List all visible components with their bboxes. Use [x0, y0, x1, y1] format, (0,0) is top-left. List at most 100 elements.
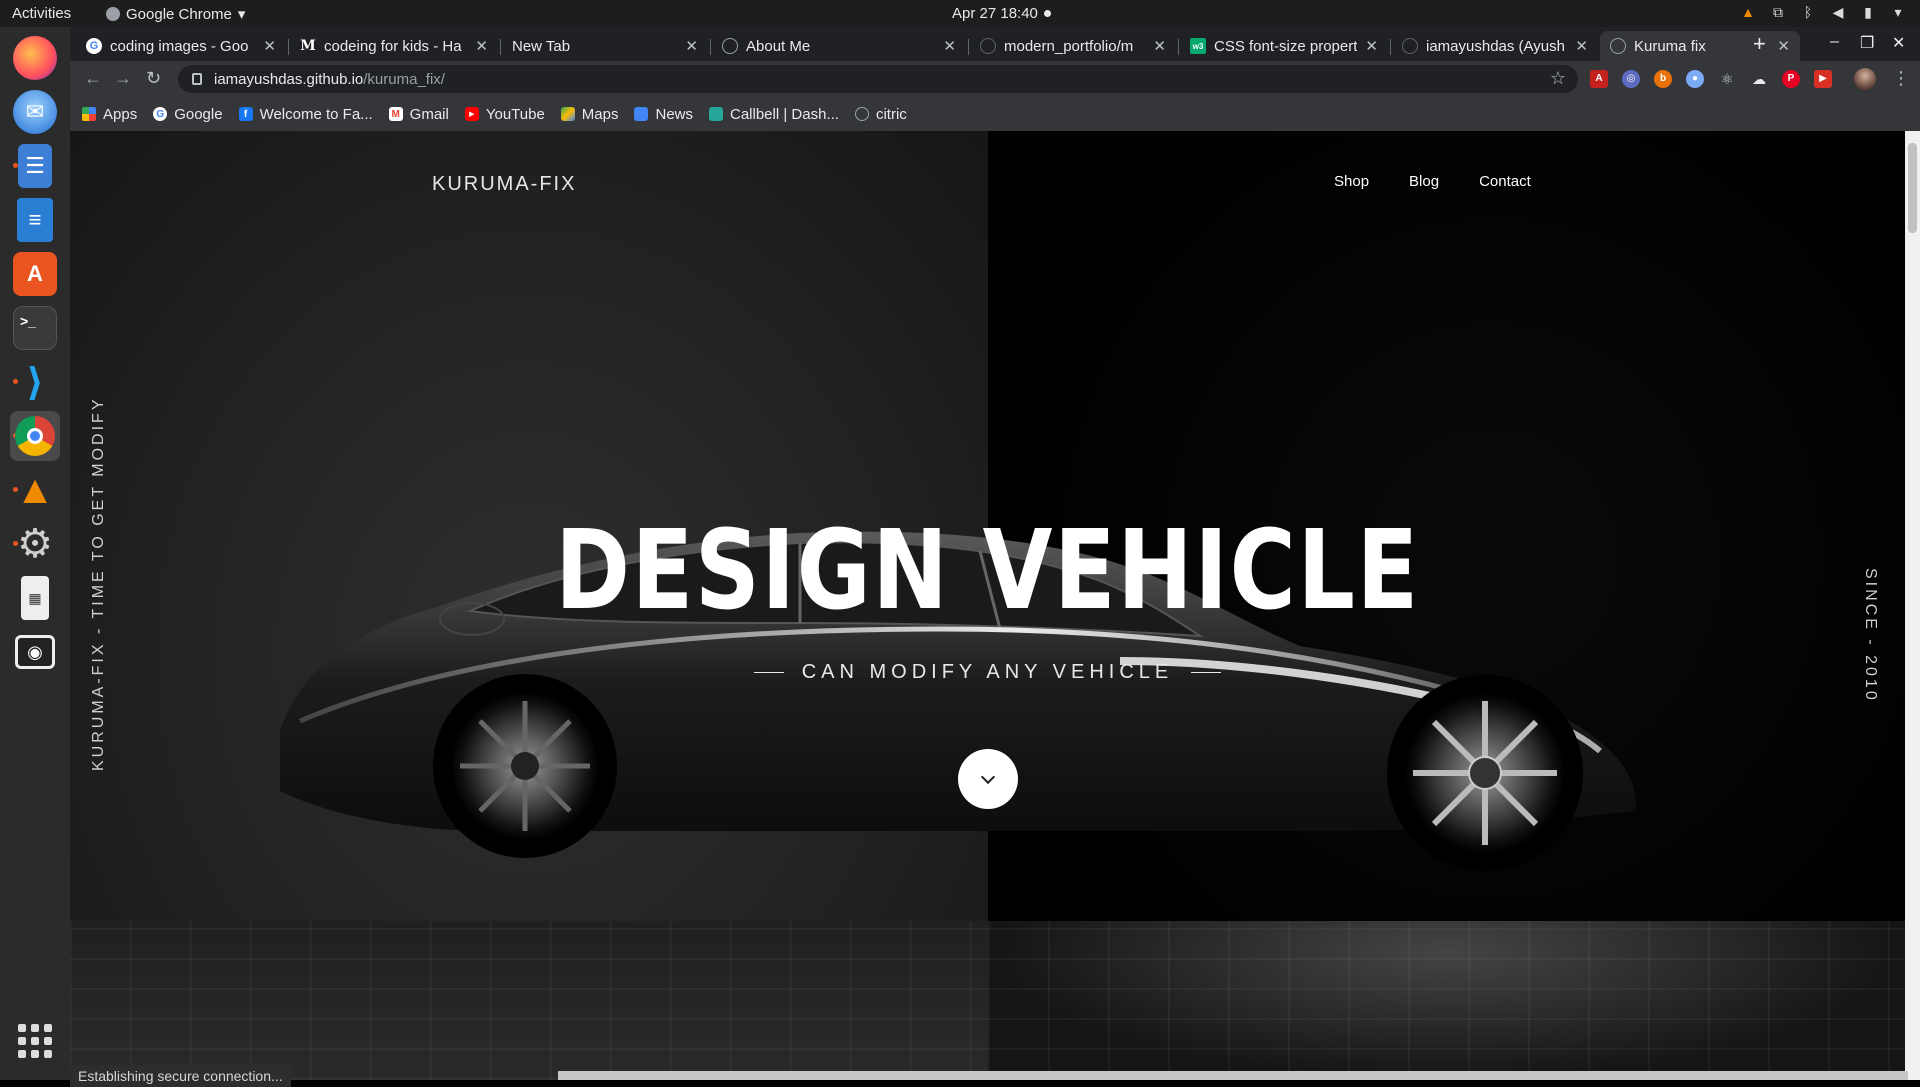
- dock-firefox[interactable]: [10, 33, 60, 83]
- bookmark-apps[interactable]: Apps: [82, 106, 137, 123]
- show-applications-icon[interactable]: [18, 1024, 52, 1058]
- extension-red-icon[interactable]: ▶: [1814, 70, 1832, 88]
- site-logo[interactable]: KURUMA-FIX: [432, 173, 576, 196]
- bookmark-youtube[interactable]: ▶ YouTube: [464, 106, 545, 123]
- close-icon[interactable]: ✕: [685, 37, 698, 55]
- dock-settings[interactable]: ⚙: [10, 519, 60, 569]
- close-icon[interactable]: ✕: [263, 37, 276, 55]
- close-icon[interactable]: ✕: [475, 37, 488, 55]
- volume-icon[interactable]: ◀: [1830, 4, 1846, 20]
- tab-css-font-size[interactable]: w3 CSS font-size propert ✕: [1180, 31, 1388, 61]
- reload-icon[interactable]: ↻: [146, 68, 161, 89]
- scroll-down-button[interactable]: [958, 749, 1018, 809]
- profile-avatar[interactable]: [1854, 68, 1876, 90]
- activities-button[interactable]: Activities: [12, 5, 71, 22]
- google-icon: G: [86, 38, 102, 54]
- bookmark-star-icon[interactable]: ☆: [1550, 68, 1566, 89]
- close-icon[interactable]: ✕: [1365, 37, 1378, 55]
- dock-chrome[interactable]: [10, 411, 60, 461]
- extension-circle-icon[interactable]: ●: [1686, 70, 1704, 88]
- app-menu-label: Google Chrome: [126, 5, 232, 23]
- extension-b-icon[interactable]: b: [1654, 70, 1672, 88]
- chevron-down-icon: [980, 769, 996, 785]
- chrome-small-icon: [106, 7, 120, 21]
- react-devtools-icon[interactable]: ⚛: [1718, 70, 1736, 88]
- dock-thunderbird[interactable]: ✉: [10, 87, 60, 137]
- back-arrow-icon[interactable]: ←: [84, 68, 102, 89]
- tab-codeing-for-kids[interactable]: M codeing for kids - Ha ✕: [290, 31, 498, 61]
- tab-about-me[interactable]: About Me ✕: [712, 31, 966, 61]
- tab-new-tab[interactable]: New Tab ✕: [502, 31, 708, 61]
- bookmark-gmail[interactable]: M Gmail: [388, 106, 449, 123]
- new-tab-button[interactable]: +: [1753, 33, 1766, 55]
- maximize-icon[interactable]: ❐: [1860, 33, 1874, 53]
- system-tray[interactable]: ▲ ⧉ ᛒ ◀ ▮ ▾: [1740, 4, 1906, 20]
- forward-arrow-icon[interactable]: →: [114, 68, 132, 89]
- bookmarks-bar: Apps G Google f Welcome to Fa... M Gmail…: [70, 97, 1920, 131]
- bookmark-facebook[interactable]: f Welcome to Fa...: [238, 106, 373, 123]
- tab-iamayushdas[interactable]: iamayushdas (Ayush ✕: [1392, 31, 1598, 61]
- bookmark-callbell[interactable]: Callbell | Dash...: [709, 106, 839, 123]
- terminal-icon: >_: [13, 306, 57, 350]
- tab-kuruma-fix[interactable]: Kuruma fix ✕: [1600, 31, 1800, 61]
- dock-vlc[interactable]: ▲: [10, 465, 60, 515]
- dock-calculator[interactable]: ▦: [10, 573, 60, 623]
- system-top-bar: Activities Google Chrome ▾ Apr 27 18:40 …: [0, 0, 1920, 27]
- settings-icon: ⚙: [17, 522, 53, 566]
- dock-writer[interactable]: ≡: [10, 195, 60, 245]
- bookmark-news[interactable]: News: [634, 106, 693, 123]
- close-icon[interactable]: ✕: [1777, 37, 1790, 55]
- youtube-icon: ▶: [464, 107, 479, 121]
- power-menu-icon[interactable]: ▾: [1890, 4, 1906, 20]
- bookmark-maps[interactable]: Maps: [560, 106, 618, 123]
- nav-contact[interactable]: Contact: [1479, 173, 1531, 190]
- close-icon[interactable]: ✕: [1575, 37, 1588, 55]
- vertical-scrollbar[interactable]: [1905, 131, 1920, 1080]
- url-path: /kuruma_fix/: [363, 70, 445, 88]
- tab-modern-portfolio[interactable]: modern_portfolio/m ✕: [970, 31, 1176, 61]
- files-icon: ☰: [18, 144, 52, 188]
- chrome-window: G coding images - Goo ✕ M codeing for ki…: [70, 27, 1920, 1087]
- bookmark-citric[interactable]: citric: [854, 106, 907, 123]
- dock-software[interactable]: A: [10, 249, 60, 299]
- screenshot-icon: ◉: [15, 635, 55, 669]
- pinterest-icon[interactable]: P: [1782, 70, 1800, 88]
- clock-label: Apr 27 18:40: [952, 5, 1038, 22]
- hero-headline: DESIGN VEHICLE: [555, 506, 1420, 634]
- apps-icon: [82, 107, 96, 121]
- horizontal-scrollbar[interactable]: [558, 1071, 1908, 1080]
- clock[interactable]: Apr 27 18:40: [952, 5, 1051, 22]
- address-bar[interactable]: iamayushdas.github.io/kuruma_fix/ ☆: [178, 65, 1578, 93]
- minimize-icon[interactable]: –: [1830, 33, 1839, 51]
- running-indicator: [13, 163, 18, 168]
- nav-blog[interactable]: Blog: [1409, 173, 1439, 190]
- chrome-menu-icon[interactable]: ⋮: [1892, 68, 1910, 89]
- vlc-tray-icon[interactable]: ▲: [1740, 4, 1756, 20]
- bluetooth-icon[interactable]: ᛒ: [1800, 4, 1816, 20]
- extension-shield-icon[interactable]: ◎: [1622, 70, 1640, 88]
- side-tagline: KURUMA-FIX - TIME TO GET MODIFY: [90, 396, 107, 772]
- close-icon[interactable]: ✕: [1153, 37, 1166, 55]
- dock-terminal[interactable]: >_: [10, 303, 60, 353]
- network-icon[interactable]: ⧉: [1770, 4, 1786, 20]
- w3-icon: w3: [1190, 38, 1206, 54]
- dock-vscode[interactable]: ⟩: [10, 357, 60, 407]
- nav-shop[interactable]: Shop: [1334, 173, 1369, 190]
- divider: [753, 672, 784, 673]
- battery-icon[interactable]: ▮: [1860, 4, 1876, 20]
- dock-files[interactable]: ☰: [10, 141, 60, 191]
- tab-coding-images[interactable]: G coding images - Goo ✕: [76, 31, 286, 61]
- floor-spotlight: [988, 921, 1905, 1080]
- adblock-extension-icon[interactable]: A: [1590, 70, 1608, 88]
- running-indicator: [13, 487, 18, 492]
- cloud-extension-icon[interactable]: ☁: [1750, 70, 1768, 88]
- window-close-icon[interactable]: ✕: [1892, 33, 1905, 53]
- site-nav: Shop Blog Contact: [1334, 173, 1531, 190]
- close-icon[interactable]: ✕: [943, 37, 956, 55]
- firefox-icon: [13, 36, 57, 80]
- dock-screenshot[interactable]: ◉: [10, 627, 60, 677]
- scrollbar-thumb[interactable]: [1908, 143, 1917, 233]
- app-menu[interactable]: Google Chrome ▾: [106, 5, 245, 23]
- bookmark-google[interactable]: G Google: [153, 106, 223, 123]
- hero-subline-text: CAN MODIFY ANY VEHICLE: [801, 661, 1174, 683]
